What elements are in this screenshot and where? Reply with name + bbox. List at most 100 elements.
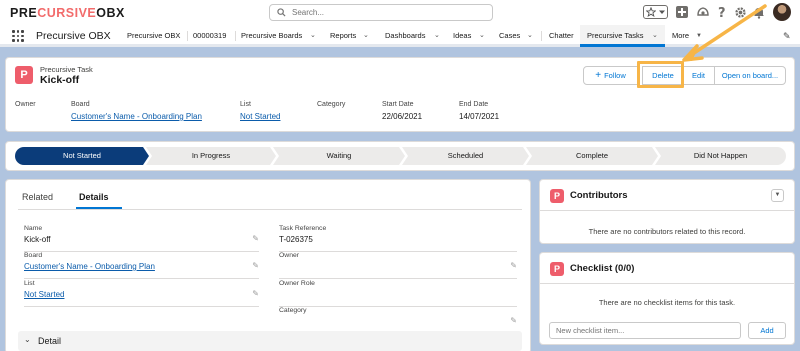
- edit-pencil-icon[interactable]: ✎: [252, 289, 259, 298]
- path-step-complete[interactable]: Complete: [526, 147, 658, 165]
- panel-title: Checklist (0/0): [570, 263, 635, 274]
- record-type: Precursive Task: [40, 65, 93, 74]
- logo-accent: CURSIVE: [37, 6, 97, 20]
- chevron-down-icon[interactable]: ⌄: [310, 25, 316, 47]
- contributors-icon: P: [550, 189, 564, 203]
- path-step-waiting[interactable]: Waiting: [273, 147, 405, 165]
- field-label: Task Reference: [279, 225, 327, 232]
- trailhead-icon[interactable]: [696, 5, 710, 19]
- list-link[interactable]: Not Started: [240, 112, 280, 121]
- nav-item-ideas[interactable]: Ideas ⌄: [453, 25, 489, 47]
- plus-icon: +: [595, 70, 602, 81]
- nav-item-label: Dashboards: [385, 31, 426, 40]
- field-label: Owner Role: [279, 280, 315, 287]
- global-header: PRECURSIVEOBX ?: [0, 0, 800, 25]
- caret-down-icon[interactable]: ▼: [696, 25, 702, 47]
- field-row-owner-role: Owner Role: [279, 280, 517, 307]
- edit-pencil-icon[interactable]: ✎: [252, 261, 259, 270]
- nav-item-more[interactable]: More ▼: [672, 25, 706, 47]
- nav-item-reports[interactable]: Reports ⌄: [330, 25, 374, 47]
- list-link[interactable]: Not Started: [24, 290, 64, 299]
- global-search[interactable]: [269, 4, 493, 21]
- checklist-panel: P Checklist (0/0) There are no checklist…: [539, 252, 795, 345]
- nav-item-label: Precursive OBX: [127, 31, 181, 40]
- path-step-in-progress[interactable]: In Progress: [146, 147, 276, 165]
- path-step-not-started[interactable]: Not Started: [15, 147, 149, 165]
- field-label: Name: [24, 225, 43, 232]
- field-label: Owner: [279, 252, 300, 259]
- tab-related[interactable]: Related: [22, 192, 53, 202]
- chevron-down-icon: ⌄: [24, 335, 31, 344]
- nav-item-label: Cases: [499, 31, 521, 40]
- nav-item-label: More: [672, 31, 690, 40]
- edit-button-label: Edit: [692, 71, 705, 80]
- edit-pencil-icon[interactable]: ✎: [510, 316, 517, 325]
- open-on-board-button[interactable]: Open on board...: [714, 66, 786, 85]
- field-value: Kick-off: [24, 235, 51, 244]
- owner-label: Owner: [15, 101, 36, 108]
- active-tab-indicator: [76, 207, 122, 209]
- notifications-bell-icon[interactable]: [753, 6, 765, 19]
- nav-item-label: Ideas: [453, 31, 472, 40]
- add-icon[interactable]: [676, 6, 688, 18]
- list-label: List: [240, 101, 251, 108]
- nav-item-precursive-boards[interactable]: Precursive Boards ⌄: [241, 25, 319, 47]
- field-row-list: List Not Started ✎: [24, 280, 259, 307]
- path-step-label: Complete: [575, 151, 609, 160]
- edit-pencil-icon[interactable]: ✎: [510, 261, 517, 270]
- precursive-task-icon: P: [15, 66, 33, 84]
- logo-prefix: PRE: [10, 6, 38, 20]
- favorites-button[interactable]: [643, 5, 668, 19]
- path-step-did-not-happen[interactable]: Did Not Happen: [655, 147, 786, 165]
- edit-nav-pencil-icon[interactable]: ✎: [783, 31, 791, 42]
- board-label: Board: [71, 101, 90, 108]
- logo-suffix: OBX: [96, 6, 125, 20]
- field-row-name: Name Kick-off ✎: [24, 225, 259, 252]
- nav-item-dashboards[interactable]: Dashboards ⌄: [385, 25, 443, 47]
- end-date-value: 14/07/2021: [459, 112, 500, 121]
- user-avatar[interactable]: [773, 3, 791, 21]
- start-date-label: Start Date: [382, 101, 414, 108]
- tab-details[interactable]: Details: [79, 192, 109, 202]
- details-panel: Related Details Name Kick-off ✎ Board Cu…: [5, 179, 531, 351]
- chevron-down-icon[interactable]: ⌄: [434, 25, 440, 47]
- app-launcher-icon[interactable]: [12, 30, 24, 42]
- path-step-scheduled[interactable]: Scheduled: [402, 147, 529, 165]
- follow-button[interactable]: + Follow: [583, 66, 638, 85]
- status-path: Not Started In Progress Waiting Schedule…: [5, 141, 795, 171]
- start-date-value: 22/06/2021: [382, 112, 423, 121]
- nav-item-precursive-obx[interactable]: Precursive OBX: [127, 25, 183, 47]
- delete-highlight-annotation: [637, 61, 684, 88]
- chevron-down-icon[interactable]: ⌄: [652, 25, 658, 47]
- nav-item-chatter[interactable]: Chatter: [549, 25, 579, 47]
- board-link[interactable]: Customer's Name - Onboarding Plan: [71, 112, 202, 121]
- checklist-icon: P: [550, 262, 564, 276]
- settings-gear-icon[interactable]: [734, 6, 747, 19]
- search-input[interactable]: [292, 6, 488, 19]
- new-checklist-item-input[interactable]: [549, 322, 741, 339]
- chevron-down-icon: [659, 10, 665, 14]
- edit-pencil-icon[interactable]: ✎: [252, 234, 259, 243]
- section-header-detail[interactable]: ⌄ Detail: [18, 331, 522, 351]
- path-step-label: Not Started: [63, 151, 101, 160]
- chevron-down-icon[interactable]: ⌄: [527, 25, 533, 47]
- empty-message: There are no contributors related to thi…: [588, 227, 746, 236]
- nav-divider: [541, 31, 542, 41]
- app-name: Precursive OBX: [36, 30, 111, 42]
- add-checklist-item-button[interactable]: Add: [748, 322, 786, 339]
- chevron-down-icon[interactable]: ⌄: [479, 25, 485, 47]
- chevron-down-icon[interactable]: ⌄: [363, 25, 369, 47]
- nav-item-record-00000319[interactable]: 00000319: [193, 25, 233, 47]
- nav-item-cases[interactable]: Cases ⌄: [499, 25, 535, 47]
- help-icon[interactable]: ?: [716, 5, 728, 19]
- edit-button[interactable]: Edit: [683, 66, 715, 85]
- chevron-down-icon[interactable]: ▼: [771, 189, 784, 202]
- nav-item-precursive-tasks[interactable]: Precursive Tasks ⌄: [580, 25, 665, 47]
- board-link[interactable]: Customer's Name - Onboarding Plan: [24, 262, 155, 271]
- app-nav-bar: Precursive OBX Precursive OBX 00000319 P…: [0, 25, 800, 47]
- nav-item-label: Precursive Tasks: [587, 31, 644, 40]
- section-title: Detail: [38, 336, 62, 346]
- nav-item-label: 00000319: [193, 31, 227, 40]
- follow-button-label: Follow: [604, 71, 626, 80]
- app-logo[interactable]: PRECURSIVEOBX: [10, 5, 125, 21]
